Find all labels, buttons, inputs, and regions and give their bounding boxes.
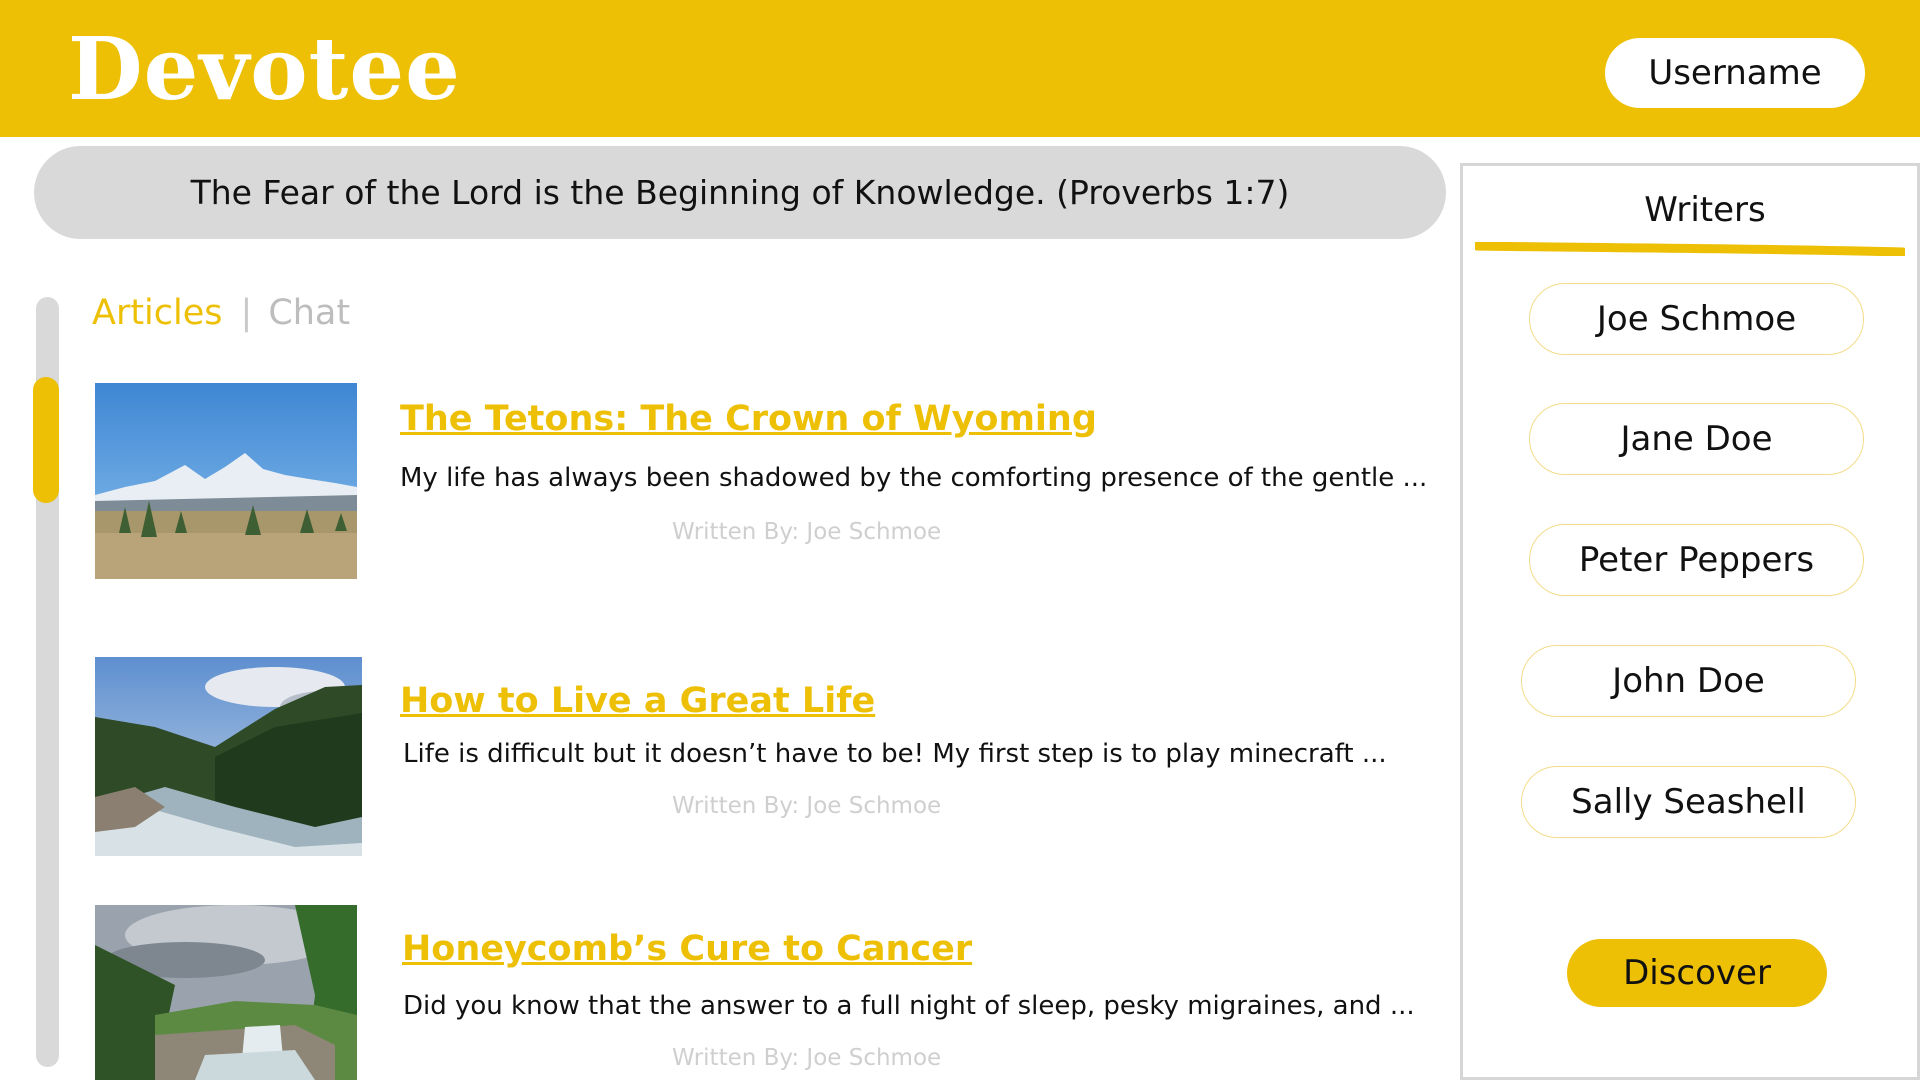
tab-separator: | bbox=[240, 293, 253, 333]
article-title-link[interactable]: The Tetons: The Crown of Wyoming bbox=[400, 399, 1097, 439]
app-logo[interactable]: Devotee bbox=[68, 18, 461, 121]
username-button[interactable]: Username bbox=[1605, 38, 1865, 108]
writers-underline bbox=[1475, 242, 1905, 256]
article-thumbnail-mountains[interactable] bbox=[95, 383, 357, 579]
article-excerpt: My life has always been shadowed by the … bbox=[400, 463, 1428, 493]
article-author: Written By: Joe Schmoe bbox=[672, 1045, 942, 1071]
writer-button-peter-peppers[interactable]: Peter Peppers bbox=[1529, 524, 1864, 596]
mountain-landscape-image bbox=[95, 383, 357, 579]
header-bar: Devotee Username bbox=[0, 0, 1920, 137]
article-card: How to Live a Great Life Life is difficu… bbox=[95, 657, 1435, 857]
article-excerpt: Did you know that the answer to a full n… bbox=[403, 991, 1415, 1021]
article-author: Written By: Joe Schmoe bbox=[672, 519, 942, 545]
article-thumbnail-river[interactable] bbox=[95, 657, 362, 856]
writer-button-joe-schmoe[interactable]: Joe Schmoe bbox=[1529, 283, 1864, 355]
content-tabs: Articles | Chat bbox=[92, 288, 350, 338]
article-card: The Tetons: The Crown of Wyoming My life… bbox=[95, 383, 1435, 583]
article-author: Written By: Joe Schmoe bbox=[672, 793, 942, 819]
writer-button-sally-seashell[interactable]: Sally Seashell bbox=[1521, 766, 1856, 838]
writers-heading: Writers bbox=[1644, 190, 1766, 230]
scrollbar-thumb[interactable] bbox=[33, 377, 59, 503]
article-excerpt: Life is difficult but it doesn’t have to… bbox=[403, 739, 1387, 769]
article-title-link[interactable]: Honeycomb’s Cure to Cancer bbox=[402, 929, 972, 969]
waterfall-canyon-image bbox=[95, 905, 357, 1080]
article-title-link[interactable]: How to Live a Great Life bbox=[400, 681, 875, 721]
verse-banner: The Fear of the Lord is the Beginning of… bbox=[34, 146, 1446, 239]
article-thumbnail-waterfall[interactable] bbox=[95, 905, 357, 1080]
article-card: Honeycomb’s Cure to Cancer Did you know … bbox=[95, 905, 1435, 1080]
writer-button-jane-doe[interactable]: Jane Doe bbox=[1529, 403, 1864, 475]
tab-articles[interactable]: Articles bbox=[92, 293, 223, 333]
writer-button-john-doe[interactable]: John Doe bbox=[1521, 645, 1856, 717]
river-forest-image bbox=[95, 657, 362, 856]
discover-button[interactable]: Discover bbox=[1567, 939, 1827, 1007]
tab-chat[interactable]: Chat bbox=[268, 293, 350, 333]
